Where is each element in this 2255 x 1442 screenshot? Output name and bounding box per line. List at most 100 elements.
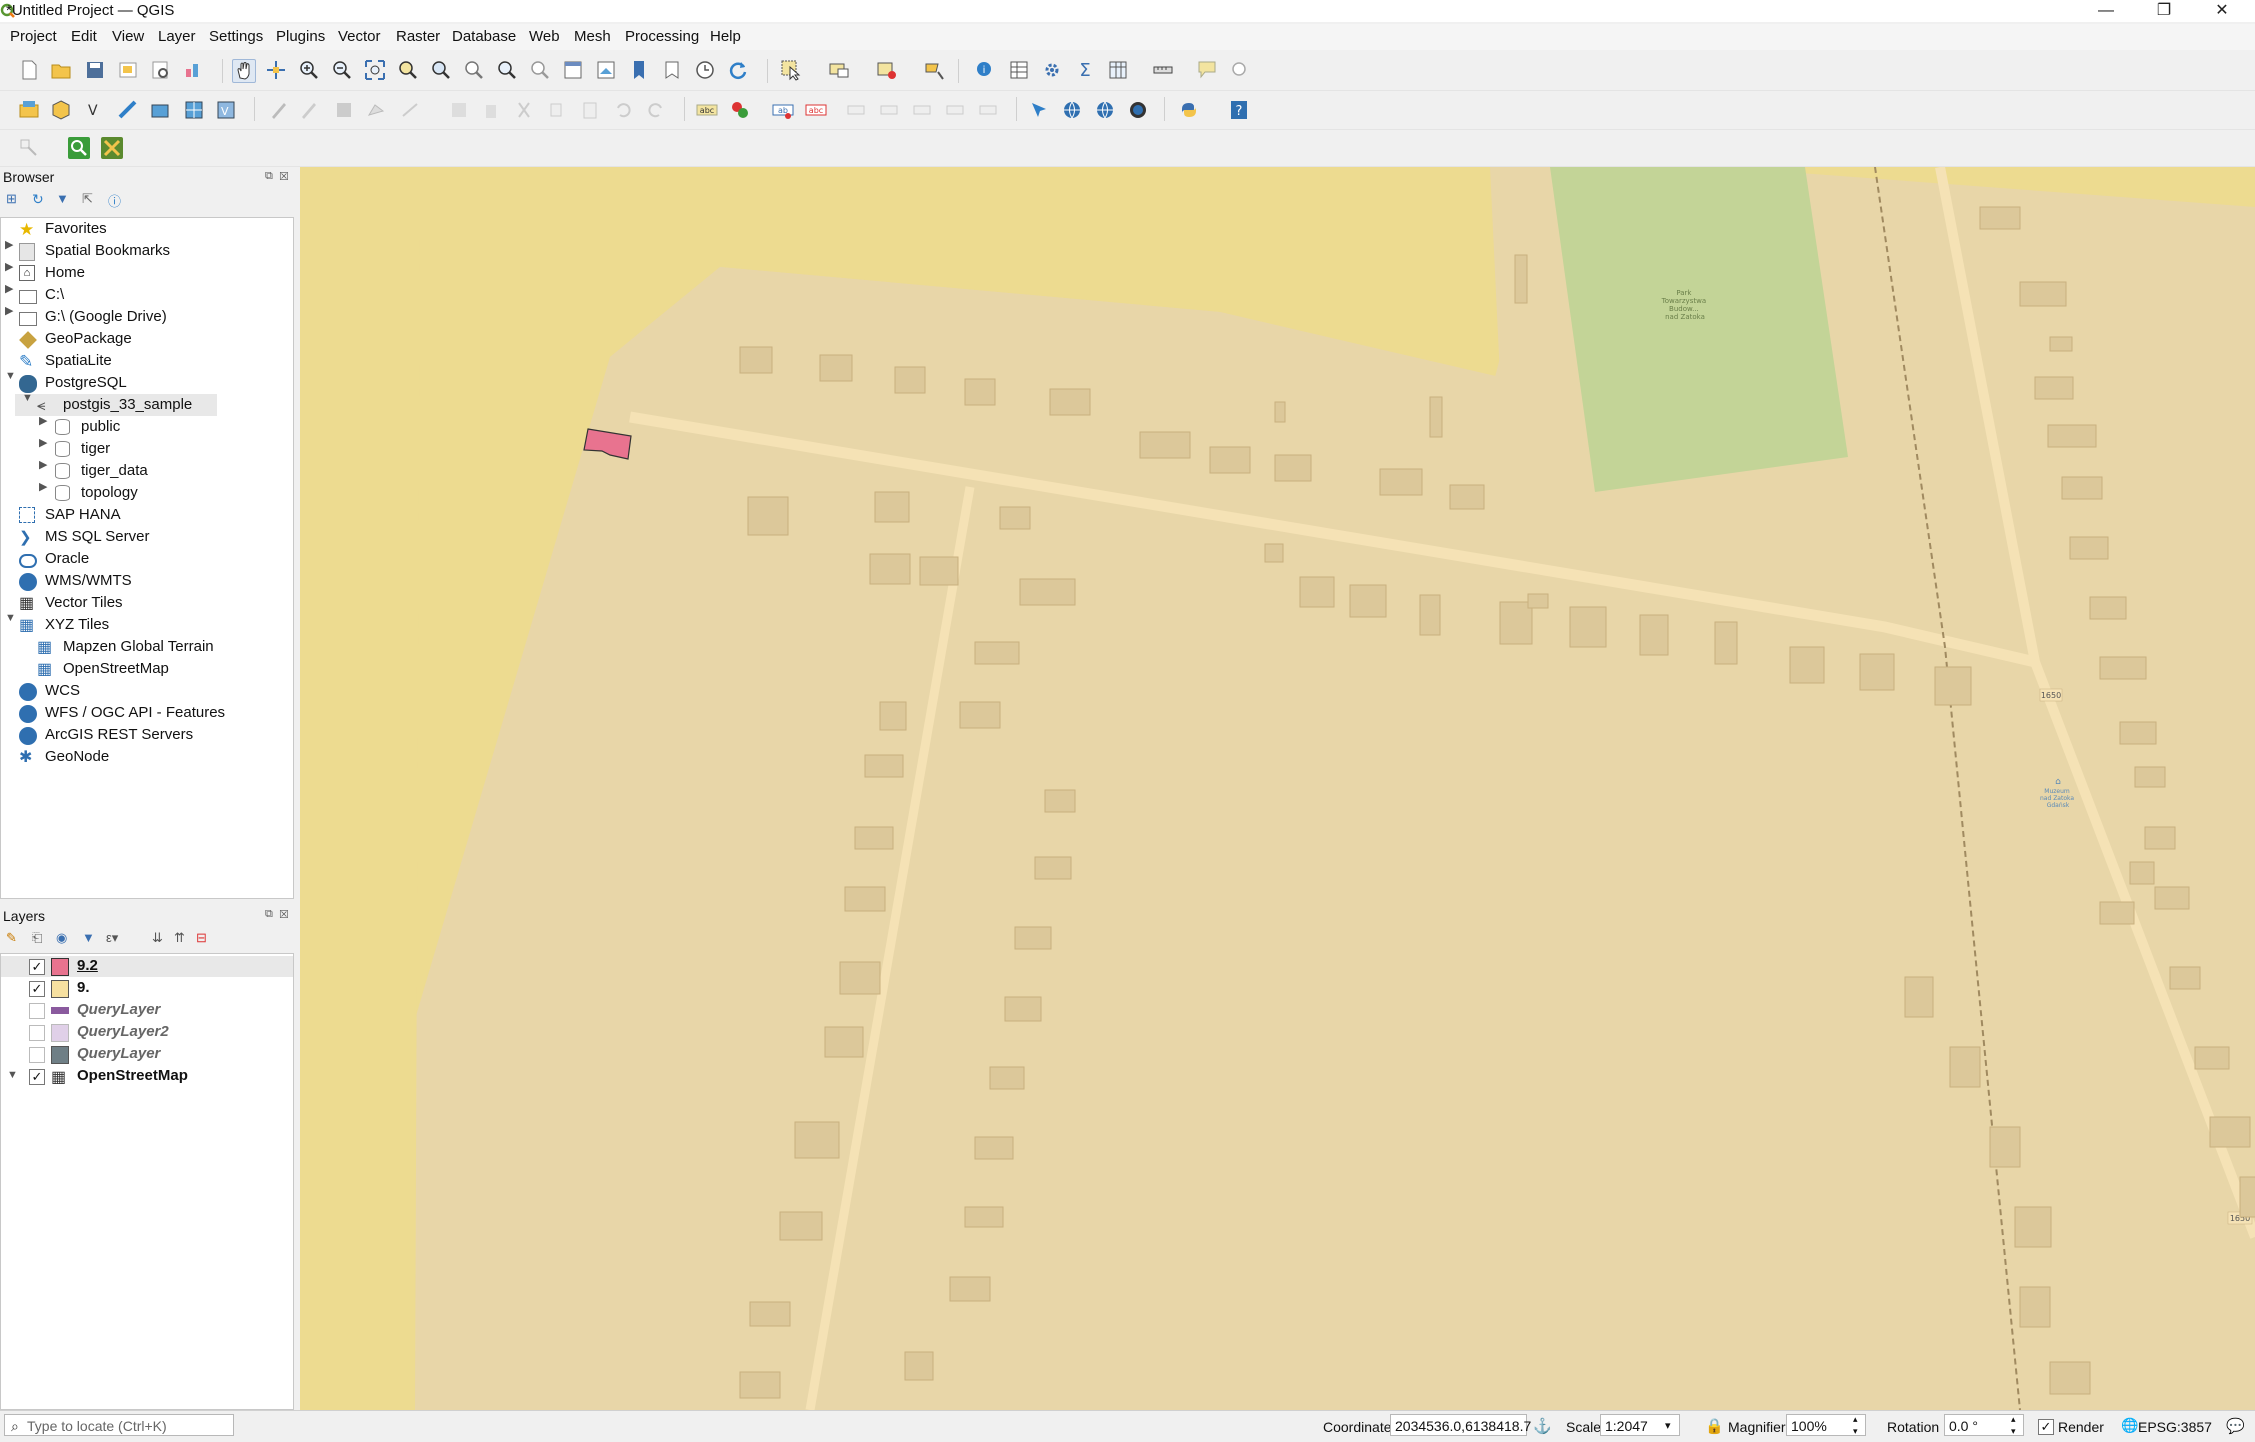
browser-refresh-icon[interactable]: ↻ — [32, 191, 44, 208]
select-location-icon[interactable] — [923, 59, 945, 81]
zoom-last-icon[interactable] — [496, 59, 518, 81]
new-bookmark-icon[interactable] — [628, 59, 650, 81]
new-shapefile-layer-icon[interactable]: V — [84, 99, 106, 121]
refresh-icon[interactable] — [727, 59, 749, 81]
locate-icon[interactable] — [1229, 59, 1251, 81]
layer-visibility-checkbox[interactable]: ✓ — [29, 981, 45, 997]
menu-web[interactable]: Web — [529, 28, 560, 45]
close-button[interactable]: ✕ — [2202, 0, 2242, 22]
undo-icon[interactable] — [612, 99, 634, 121]
new-temporary-layer-icon[interactable] — [149, 99, 171, 121]
new-project-icon[interactable] — [18, 59, 40, 81]
zoom-out-icon[interactable] — [331, 59, 353, 81]
statistical-summary-icon[interactable]: Σ — [1074, 59, 1096, 81]
pan-map-icon[interactable] — [232, 59, 256, 83]
copy-features-icon[interactable] — [546, 99, 568, 121]
menu-mesh[interactable]: Mesh — [574, 28, 611, 45]
crs-label[interactable]: EPSG:3857 — [2138, 1419, 2212, 1435]
delete-selected-icon[interactable] — [480, 99, 502, 121]
messages-icon[interactable]: 💬 — [2226, 1417, 2245, 1435]
data-source-manager-icon[interactable] — [18, 99, 40, 121]
new-mesh-layer-icon[interactable]: V — [215, 99, 237, 121]
style-manager-icon[interactable] — [183, 59, 205, 81]
minimize-button[interactable]: — — [2086, 0, 2126, 22]
menu-view[interactable]: View — [112, 28, 144, 45]
layer-row-querylayer2[interactable]: QueryLayer2 — [29, 1023, 289, 1043]
crs-globe-icon[interactable]: 🌐 — [2121, 1417, 2138, 1434]
layer-row-querylayer[interactable]: QueryLayer — [29, 1001, 289, 1021]
zoom-next-icon[interactable] — [529, 59, 551, 81]
lock-scale-icon[interactable]: 🔒 — [1705, 1417, 1724, 1435]
layer-visibility-checkbox[interactable] — [29, 1047, 45, 1063]
processing-toolbox-icon[interactable] — [1041, 59, 1063, 81]
layer-row-querylayer-b[interactable]: QueryLayer — [29, 1045, 289, 1065]
map-tips-icon[interactable] — [1196, 59, 1218, 81]
select-by-value-icon[interactable] — [828, 59, 850, 81]
close-panel-icon[interactable]: ☒ — [279, 908, 289, 921]
world-settings-icon[interactable] — [1127, 99, 1149, 121]
undock-icon[interactable]: ⧉ — [265, 170, 273, 183]
globe-search-icon[interactable] — [1061, 99, 1083, 121]
menu-vector[interactable]: Vector — [338, 28, 381, 45]
menu-settings[interactable]: Settings — [209, 28, 263, 45]
zoom-in-icon[interactable] — [298, 59, 320, 81]
show-hide-labels-icon[interactable] — [845, 99, 867, 121]
browser-properties-icon[interactable]: ⓘ — [108, 191, 121, 210]
rotate-label-icon[interactable] — [911, 99, 933, 121]
temporal-controller-icon[interactable] — [694, 59, 716, 81]
open-attribute-table-icon[interactable] — [1008, 59, 1030, 81]
new-map-view-icon[interactable] — [562, 59, 584, 81]
map-canvas[interactable]: Park Towarzystwa Budow... nad Zatoka 165… — [300, 167, 2255, 1410]
locator-search-input[interactable]: ⌕ Type to locate (Ctrl+K) — [4, 1414, 234, 1436]
zoom-full-icon[interactable] — [364, 59, 386, 81]
modify-attributes-icon[interactable] — [448, 99, 470, 121]
new-3d-map-view-icon[interactable] — [595, 59, 617, 81]
layer-row-openstreetmap[interactable]: ✓ ▦ OpenStreetMap — [29, 1067, 289, 1087]
paste-features-icon[interactable] — [579, 99, 601, 121]
quickmapservices-icon[interactable] — [1028, 99, 1050, 121]
zoom-to-selection-icon[interactable] — [397, 59, 419, 81]
filter-legend-icon[interactable]: ▼ — [82, 930, 95, 945]
menu-edit[interactable]: Edit — [71, 28, 97, 45]
layer-styling-icon[interactable]: ✎ — [6, 930, 17, 946]
rotation-spinbox[interactable]: 0.0 ° ▴ ▾ — [1944, 1414, 2024, 1436]
pan-to-selection-icon[interactable] — [265, 59, 287, 81]
layer-visibility-checkbox[interactable]: ✓ — [29, 1069, 45, 1085]
zoom-to-layer-icon[interactable] — [430, 59, 452, 81]
layer-row-9[interactable]: ✓ 9. — [29, 979, 289, 999]
show-bookmarks-icon[interactable] — [661, 59, 683, 81]
label-toolbar-icon[interactable]: abc — [696, 99, 718, 121]
digitize-disabled-icon[interactable] — [18, 137, 40, 159]
label-properties-icon[interactable] — [977, 99, 999, 121]
open-field-calculator-icon[interactable] — [1107, 59, 1129, 81]
new-spatialite-layer-icon[interactable] — [117, 99, 139, 121]
identify-features-icon[interactable]: i — [974, 59, 996, 81]
change-label-icon[interactable] — [944, 99, 966, 121]
deselect-features-icon[interactable] — [876, 59, 898, 81]
coordinate-field[interactable]: 2034536.0,6138418.7 — [1390, 1414, 1531, 1436]
pin-labels-icon[interactable]: abc — [805, 99, 827, 121]
highlight-pinned-labels-icon[interactable]: ab — [772, 99, 794, 121]
scale-combobox[interactable]: 1:2047 ▾ — [1600, 1414, 1680, 1436]
menu-project[interactable]: Project — [10, 28, 57, 45]
layer-row-9-2[interactable]: ✓ 9.2 — [29, 957, 289, 977]
help-icon[interactable]: ? — [1228, 99, 1250, 121]
layout-manager-icon[interactable] — [149, 59, 171, 81]
add-group-icon[interactable]: ⎗ — [32, 930, 42, 946]
magnifier-spinbox[interactable]: 100% ▴ ▾ — [1786, 1414, 1866, 1436]
collapse-all-icon[interactable]: ⇈ — [174, 930, 185, 946]
new-virtual-layer-icon[interactable] — [183, 99, 205, 121]
browser-filter-icon[interactable]: ▼ — [56, 191, 69, 206]
remove-layer-icon[interactable]: ⊟ — [196, 930, 207, 946]
menu-raster[interactable]: Raster — [396, 28, 440, 45]
move-label-icon[interactable] — [878, 99, 900, 121]
measure-line-icon[interactable] — [1152, 59, 1174, 81]
menu-help[interactable]: Help — [710, 28, 741, 45]
zoom-native-icon[interactable] — [463, 59, 485, 81]
layer-visibility-checkbox[interactable]: ✓ — [29, 959, 45, 975]
filter-expression-icon[interactable]: ε▾ — [106, 930, 118, 946]
toggle-editing-icon[interactable] — [298, 99, 320, 121]
new-geopackage-layer-icon[interactable] — [50, 99, 72, 121]
undock-icon[interactable]: ⧉ — [265, 908, 273, 921]
current-edits-icon[interactable] — [268, 99, 290, 121]
